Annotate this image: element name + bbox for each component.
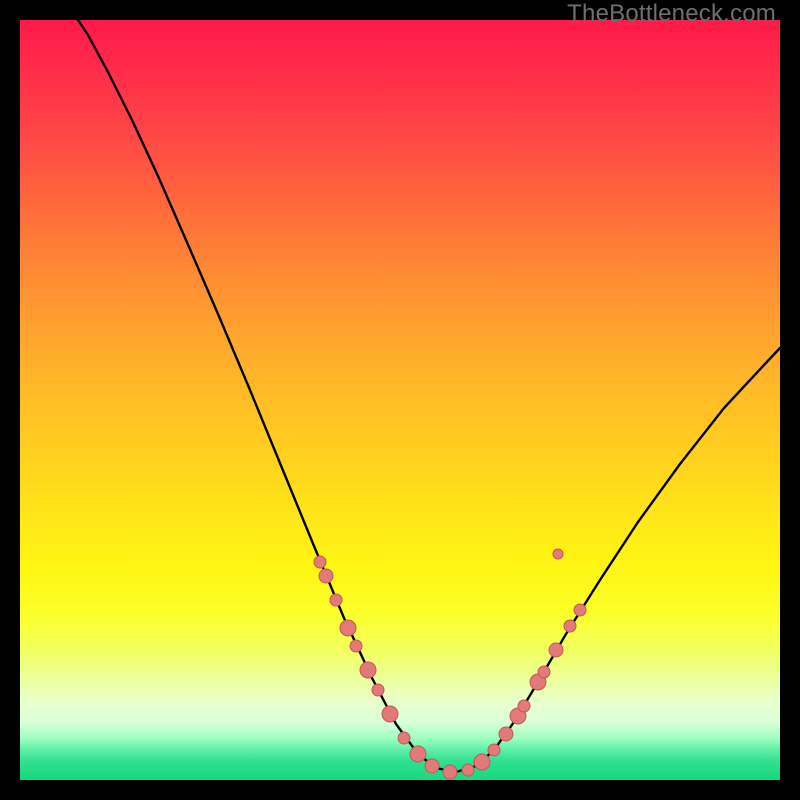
data-marker: [499, 727, 513, 741]
markers-group: [314, 549, 586, 779]
data-marker: [574, 604, 586, 616]
data-marker: [314, 556, 326, 568]
data-marker: [425, 759, 439, 773]
chart-svg: [20, 20, 780, 780]
data-marker: [549, 643, 563, 657]
chart-frame: TheBottleneck.com: [0, 0, 800, 800]
data-marker: [553, 549, 563, 559]
data-marker: [340, 620, 356, 636]
data-marker: [319, 569, 333, 583]
data-marker: [410, 746, 426, 762]
data-marker: [564, 620, 576, 632]
data-marker: [538, 666, 550, 678]
data-marker: [398, 732, 410, 744]
data-marker: [462, 764, 474, 776]
bottleneck-curve: [78, 20, 780, 772]
data-marker: [443, 765, 457, 779]
data-marker: [350, 640, 362, 652]
data-marker: [474, 754, 490, 770]
data-marker: [360, 662, 376, 678]
data-marker: [518, 700, 530, 712]
data-marker: [382, 706, 398, 722]
data-marker: [488, 744, 500, 756]
data-marker: [330, 594, 342, 606]
data-marker: [372, 684, 384, 696]
